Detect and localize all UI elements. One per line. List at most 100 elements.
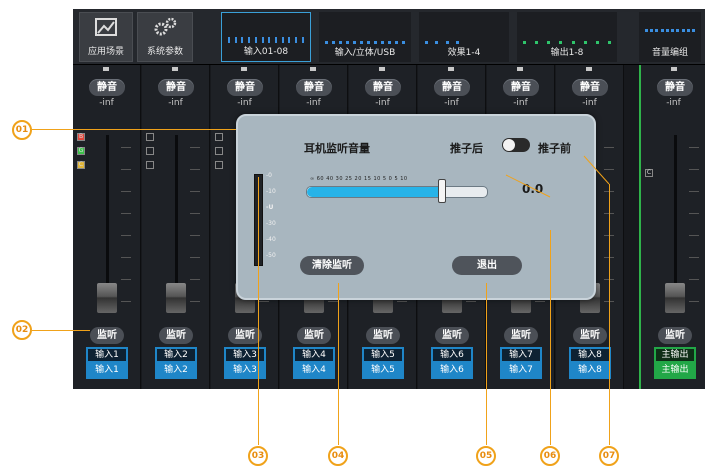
tab-level-dots	[425, 34, 459, 44]
fader-handle[interactable]	[97, 283, 117, 313]
callout-line-06	[550, 230, 551, 445]
strip-cap	[517, 67, 523, 71]
fader-tick	[689, 169, 699, 170]
mute-button[interactable]: 静音	[657, 79, 693, 96]
strip-cap	[103, 67, 109, 71]
monitor-button[interactable]: 监听	[366, 327, 400, 344]
channel-name-bottom: 输入6	[440, 365, 464, 375]
fader-tick	[121, 235, 131, 236]
channel-name[interactable]: 输入2 输入2	[155, 347, 197, 379]
monitor-button[interactable]: 监听	[90, 327, 124, 344]
fader-tick	[190, 169, 200, 170]
level-readout: -inf	[513, 98, 528, 108]
mute-button[interactable]: 静音	[158, 79, 194, 96]
level-readout: -inf	[444, 98, 459, 108]
strip-cap	[172, 67, 178, 71]
master-strip: 静音 -inf C 监听主输出 主输出	[639, 65, 705, 389]
channel-indicator	[215, 147, 223, 155]
strip-cap	[586, 67, 592, 71]
channel-name-top: 主输出	[656, 349, 694, 361]
callout-04: 04	[328, 446, 348, 466]
callout-05: 05	[476, 446, 496, 466]
volume-slider[interactable]	[306, 186, 488, 198]
fader-handle[interactable]	[166, 283, 186, 313]
settings-button-label: 系统参数	[146, 47, 183, 57]
mute-button[interactable]: 静音	[572, 79, 608, 96]
level-readout: -inf	[582, 98, 597, 108]
tab-label: 输入01-08	[243, 47, 289, 57]
channel-name[interactable]: 主输出 主输出	[654, 347, 696, 379]
fader-tick	[190, 279, 200, 280]
channel-indicator	[215, 161, 223, 169]
fader-tick	[121, 191, 131, 192]
channel-name[interactable]: 输入7 输入7	[500, 347, 542, 379]
monitor-button[interactable]: 监听	[573, 327, 607, 344]
volume-slider-thumb[interactable]	[438, 179, 446, 203]
settings-button[interactable]: 系统参数	[137, 12, 193, 62]
mute-button[interactable]: 静音	[89, 79, 125, 96]
meter-scale-label: -50	[266, 252, 276, 259]
channel-name[interactable]: 输入3 输入3	[224, 347, 266, 379]
tab-output-1-8[interactable]: 输出1-8	[517, 12, 617, 62]
fader-tick	[121, 279, 131, 280]
tab-level-dots	[228, 33, 304, 43]
clear-monitor-button[interactable]: 清除监听	[300, 256, 364, 275]
channel-strip: 静音 -inf 监听 输入2 输入2	[142, 65, 210, 389]
gear-icon	[154, 17, 177, 36]
tab-level-dots	[325, 34, 405, 44]
fader-tick	[190, 235, 200, 236]
monitor-button[interactable]: 监听	[658, 327, 692, 344]
level-readout: -inf	[375, 98, 390, 108]
monitor-button[interactable]: 监听	[435, 327, 469, 344]
meter-scale-label: -30	[266, 220, 276, 227]
fader-handle[interactable]	[665, 283, 685, 313]
scene-button[interactable]: 应用场景	[79, 12, 133, 62]
monitor-button[interactable]: 监听	[228, 327, 262, 344]
tab-label: 输入/立体/USB	[334, 48, 396, 58]
tab-label: 输出1-8	[550, 48, 584, 58]
fader-tick	[689, 213, 699, 214]
level-readout: -inf	[306, 98, 321, 108]
exit-button[interactable]: 退出	[452, 256, 522, 275]
dialog-title: 耳机监听音量	[304, 142, 370, 155]
strip-cap	[379, 67, 385, 71]
tab-volume-group[interactable]: 音量编组	[639, 12, 701, 62]
mute-button[interactable]: 静音	[227, 79, 263, 96]
monitor-button[interactable]: 监听	[159, 327, 193, 344]
tab-effects-1-4[interactable]: 效果1-4	[419, 12, 509, 62]
channel-name[interactable]: 输入4 输入4	[293, 347, 335, 379]
mute-button[interactable]: 静音	[296, 79, 332, 96]
monitor-button[interactable]: 监听	[297, 327, 331, 344]
strip-cap	[241, 67, 247, 71]
level-readout: -inf	[99, 98, 114, 108]
meter-scale-label: -U	[266, 204, 274, 211]
channel-name[interactable]: 输入1 输入1	[86, 347, 128, 379]
tab-input-01-08[interactable]: 输入01-08	[221, 12, 311, 62]
tab-input-stereo-usb[interactable]: 输入/立体/USB	[319, 12, 411, 62]
level-readout: -inf	[666, 98, 681, 108]
channel-name-top: 输入6	[433, 349, 471, 361]
strip-cap	[671, 67, 677, 71]
channel-name[interactable]: 输入5 输入5	[362, 347, 404, 379]
channel-indicator: C	[645, 169, 653, 177]
tab-label: 音量编组	[651, 48, 688, 58]
top-bar: 应用场景 系统参数 输入01-08 输入/立体/USB 效果1-4 输出1-8 …	[73, 9, 705, 65]
mute-button[interactable]: 静音	[503, 79, 539, 96]
fader-tick	[121, 257, 131, 258]
mute-button[interactable]: 静音	[365, 79, 401, 96]
channel-name[interactable]: 输入6 输入6	[431, 347, 473, 379]
fader-tick	[466, 301, 476, 302]
fader-tick	[190, 301, 200, 302]
callout-06: 06	[540, 446, 560, 466]
channel-name-top: 输入4	[295, 349, 333, 361]
channel-indicator	[146, 133, 154, 141]
channel-indicator: B	[77, 133, 85, 141]
monitor-button[interactable]: 监听	[504, 327, 538, 344]
callout-03: 03	[248, 446, 268, 466]
level-readout: -inf	[237, 98, 252, 108]
channel-name-top: 输入5	[364, 349, 402, 361]
channel-indicator	[215, 133, 223, 141]
mute-button[interactable]: 静音	[434, 79, 470, 96]
fader-tick	[535, 301, 545, 302]
channel-name[interactable]: 输入8 输入8	[569, 347, 611, 379]
